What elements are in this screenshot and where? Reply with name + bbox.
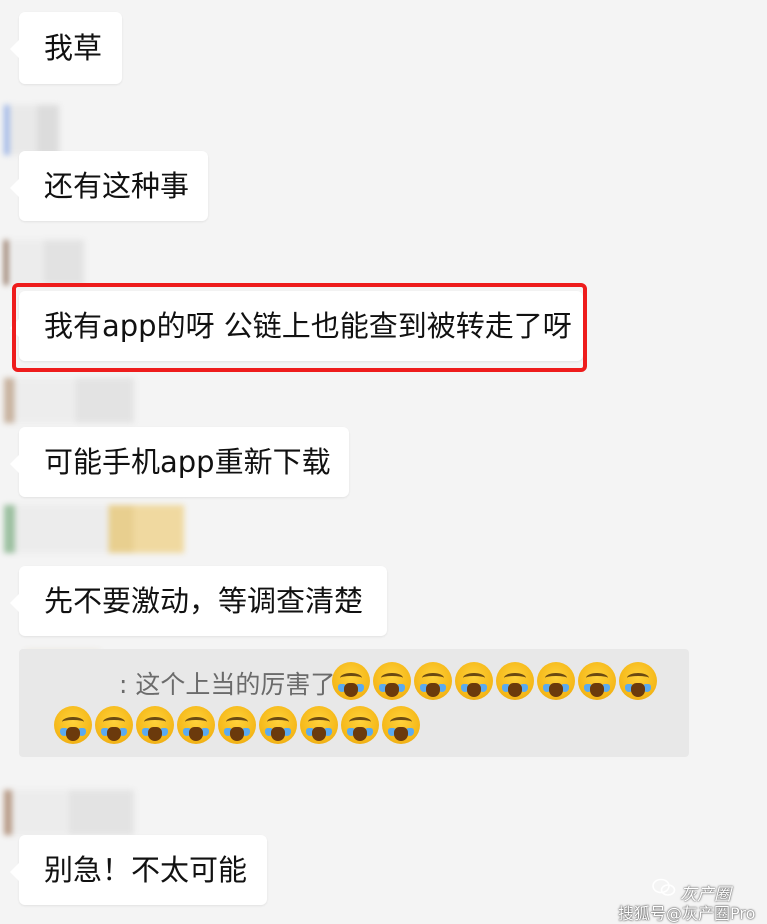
loudly-crying-face-icon	[177, 706, 215, 744]
blurred-avatar	[4, 378, 134, 423]
blurred-avatar	[4, 505, 184, 553]
chat-screenshot: 我草 还有这种事 我有app的呀 公链上也能查到被转走了呀 可能手机app重新下…	[0, 0, 767, 924]
message-bubble: 我草	[10, 12, 122, 84]
loudly-crying-face-icon	[537, 662, 575, 700]
loudly-crying-face-icon	[382, 706, 420, 744]
message-bubble: 先不要激动，等调查清楚	[10, 566, 387, 636]
message-bubble: 可能手机app重新下载	[10, 427, 349, 497]
loudly-crying-face-icon	[373, 662, 411, 700]
loudly-crying-face-icon	[341, 706, 379, 744]
blurred-avatar	[4, 790, 134, 835]
wechat-logo-icon	[652, 878, 676, 896]
loudly-crying-face-icon	[332, 662, 370, 700]
message-text: 我草	[44, 30, 103, 65]
loudly-crying-face-icon	[54, 706, 92, 744]
loudly-crying-face-icon	[259, 706, 297, 744]
loudly-crying-face-icon	[136, 706, 174, 744]
loudly-crying-face-icon	[300, 706, 338, 744]
quoted-message: : 这个上当的厉害了	[19, 649, 689, 757]
loudly-crying-face-icon	[496, 662, 534, 700]
message-text: 别急！不太可能	[44, 852, 248, 887]
watermark-source: 搜狐号@灰产圈Pro	[618, 904, 756, 923]
message-text: 还有这种事	[44, 168, 190, 203]
message-bubble: 还有这种事	[10, 151, 208, 221]
message-bubble: 别急！不太可能	[10, 835, 267, 905]
loudly-crying-face-icon	[578, 662, 616, 700]
loudly-crying-face-icon	[218, 706, 256, 744]
loudly-crying-face-icon	[414, 662, 452, 700]
message-text: 可能手机app重新下载	[44, 444, 331, 479]
watermark: 灰产圈 搜狐号@灰产圈Pro	[612, 872, 762, 923]
blurred-avatar	[4, 240, 84, 285]
red-highlight-box	[12, 283, 587, 372]
emoji-row	[54, 706, 420, 744]
message-text: 先不要激动，等调查清楚	[44, 583, 364, 618]
blurred-avatar	[4, 105, 59, 155]
emoji-row	[332, 662, 657, 700]
loudly-crying-face-icon	[619, 662, 657, 700]
loudly-crying-face-icon	[95, 706, 133, 744]
loudly-crying-face-icon	[455, 662, 493, 700]
quoted-text: : 这个上当的厉害了	[119, 670, 336, 699]
